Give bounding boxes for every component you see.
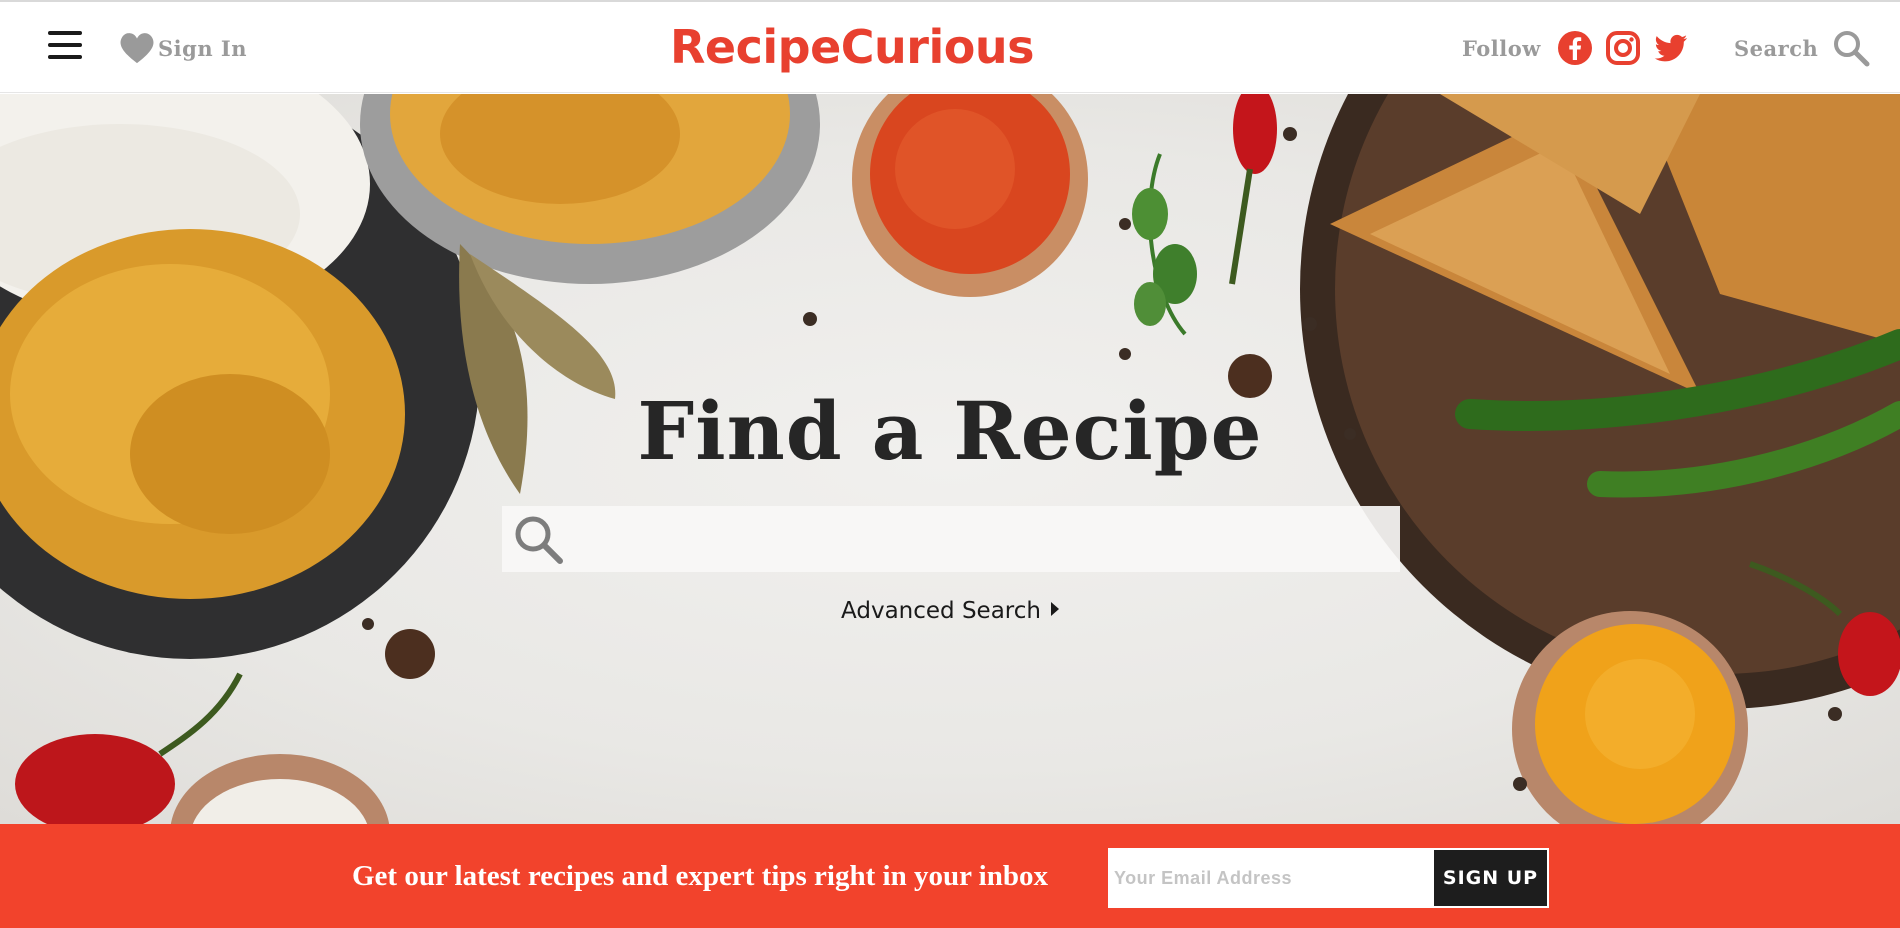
header-search-button[interactable]: Search (1734, 30, 1870, 67)
follow-label: Follow (1462, 35, 1541, 61)
advanced-search-label: Advanced Search (841, 598, 1041, 624)
recipe-search-input[interactable] (564, 509, 1400, 569)
hero-title: Find a Recipe (637, 384, 1263, 478)
follow-group: Follow (1462, 30, 1701, 66)
search-icon (515, 516, 563, 564)
hero-banner: Find a Recipe Advanced Search (0, 94, 1900, 824)
search-label: Search (1734, 35, 1819, 61)
search-icon (1834, 31, 1870, 67)
sign-up-button[interactable]: SIGN UP (1432, 848, 1549, 908)
newsletter-text: Get our latest recipes and expert tips r… (352, 860, 1048, 892)
advanced-search-link[interactable]: Advanced Search (0, 598, 1900, 624)
caret-right-icon (1050, 602, 1059, 616)
twitter-icon[interactable] (1653, 30, 1689, 66)
site-header: Sign In RecipeCurious Follow Search (0, 2, 1900, 93)
recipe-search-bar (502, 506, 1400, 572)
instagram-icon[interactable] (1605, 30, 1641, 66)
newsletter-bar: Get our latest recipes and expert tips r… (0, 824, 1900, 928)
facebook-icon[interactable] (1557, 30, 1593, 66)
site-logo[interactable]: RecipeCurious (0, 20, 1704, 74)
email-field[interactable] (1108, 848, 1432, 908)
